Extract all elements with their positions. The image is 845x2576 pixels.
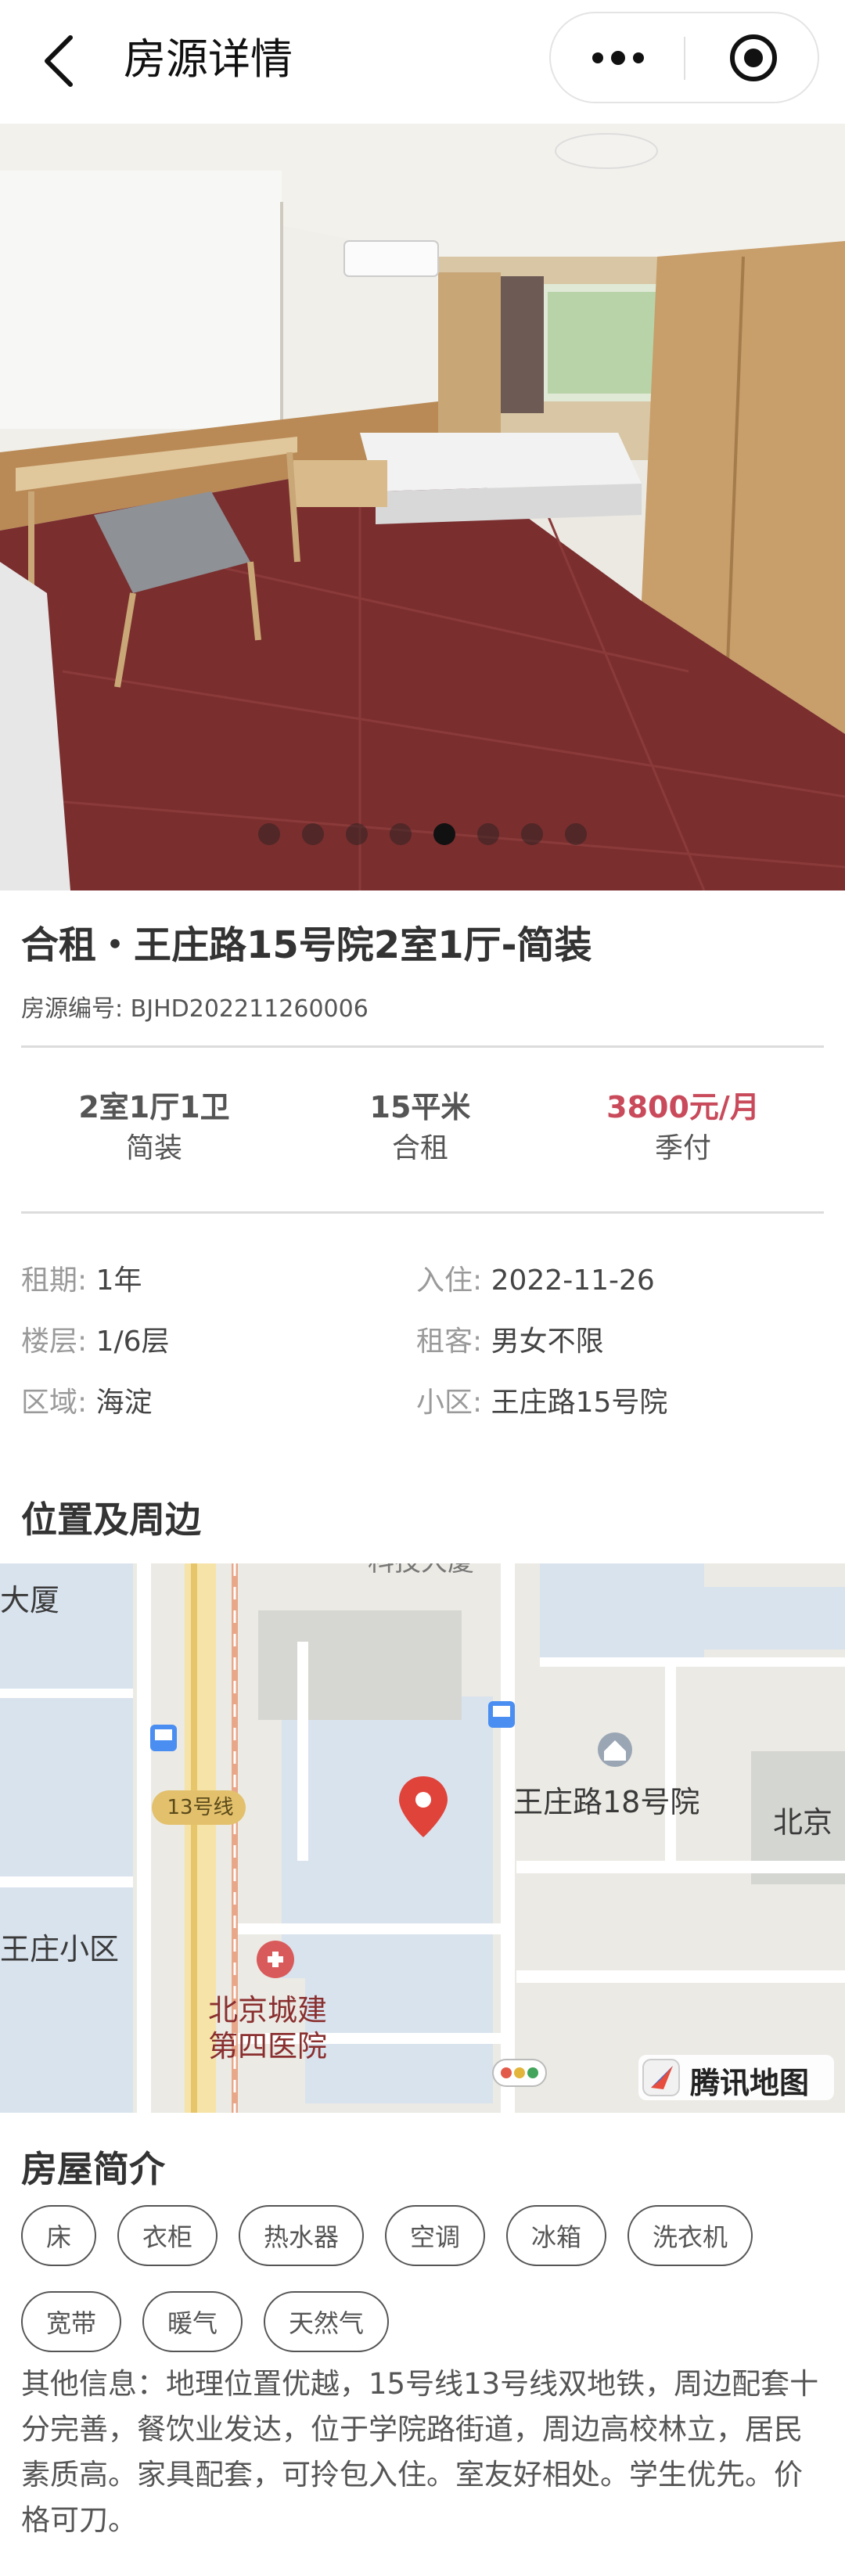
detail-value: 1/6层 (95, 1326, 170, 1358)
map-label-right: 北京 (773, 1805, 833, 1840)
tag-item: 床 (21, 2205, 96, 2266)
stat-layout: 2室1厅1卫 简装 (21, 1088, 287, 1171)
gallery-dot[interactable] (521, 823, 543, 845)
tag-item: 天然气 (264, 2291, 389, 2352)
stat-price-sub: 季付 (654, 1132, 711, 1164)
divider (21, 1211, 824, 1214)
tag-item: 暖气 (142, 2291, 243, 2352)
location-map[interactable]: 大厦 科技大厦 13号线 王庄路18号院 北京 王庄小区 北京城建 第四医院 腾… (0, 1563, 845, 2113)
detail-tenant: 租客: 男女不限 (416, 1322, 604, 1362)
gallery-dot[interactable] (390, 823, 412, 845)
map-label-building: 大厦 (0, 1583, 60, 1617)
detail-floor: 楼层: 1/6层 (21, 1322, 170, 1362)
back-arrow-icon[interactable] (39, 33, 83, 89)
detail-key: 小区: (416, 1387, 483, 1419)
stat-layout-value: 2室1厅1卫 (78, 1090, 230, 1124)
listing-code-label: 房源编号: (21, 995, 124, 1023)
gallery-dot-active[interactable] (433, 823, 455, 845)
detail-value: 海淀 (95, 1387, 153, 1419)
tag-item: 衣柜 (117, 2205, 218, 2266)
gallery-dot[interactable] (565, 823, 587, 845)
map-brand-label: 腾讯地图 (690, 2066, 810, 2100)
tag-item: 洗衣机 (627, 2205, 753, 2266)
map-canvas (0, 1563, 845, 2113)
location-section-title: 位置及周边 (21, 1498, 201, 1541)
stat-price: 3800元/月 季付 (550, 1088, 816, 1171)
tag-item: 宽带 (21, 2291, 121, 2352)
detail-key: 租期: (21, 1265, 88, 1297)
detail-value: 1年 (95, 1265, 142, 1297)
detail-key: 入住: (416, 1265, 483, 1297)
listing-description: 其他信息：地理位置优越，15号线13号线双地铁，周边配套十分完善，餐饮业发达，位… (21, 2367, 819, 2537)
tag-item: 空调 (385, 2205, 485, 2266)
gallery-dot[interactable] (258, 823, 280, 845)
tag-item: 热水器 (239, 2205, 364, 2266)
detail-value: 王庄路15号院 (491, 1387, 668, 1419)
map-label-hospital-line2: 第四医院 (208, 2029, 328, 2063)
page-title: 房源详情 (124, 34, 293, 84)
gallery-dot[interactable] (302, 823, 324, 845)
room-photo-illustration (0, 124, 845, 890)
stat-price-value: 3800元/月 (606, 1090, 760, 1124)
gallery-indicator[interactable] (0, 823, 845, 847)
stat-area: 15平米 合租 (287, 1088, 553, 1171)
close-miniprogram-icon[interactable] (728, 32, 779, 84)
map-label-top: 科技大厦 (368, 1563, 474, 1578)
detail-value: 2022-11-26 (491, 1265, 655, 1297)
capsule-divider (684, 37, 685, 80)
gallery-dot[interactable] (477, 823, 499, 845)
map-label-poi: 王庄路18号院 (513, 1785, 700, 1819)
detail-lease-term: 租期: 1年 (21, 1261, 142, 1301)
tag-item: 冰箱 (506, 2205, 606, 2266)
stat-layout-sub: 简装 (125, 1132, 182, 1164)
intro-section-title: 房屋简介 (21, 2148, 165, 2190)
nav-bar: 房源详情 (0, 0, 845, 124)
room-photo[interactable] (0, 124, 845, 890)
detail-value: 男女不限 (491, 1326, 604, 1358)
detail-district: 区域: 海淀 (21, 1383, 153, 1423)
stat-area-sub: 合租 (391, 1132, 448, 1164)
listing-code-value: BJHD202211260006 (130, 995, 369, 1023)
more-icon[interactable] (587, 38, 649, 77)
gallery-dot[interactable] (346, 823, 368, 845)
detail-community: 小区: 王庄路15号院 (416, 1383, 667, 1423)
listing-code: 房源编号: BJHD202211260006 (21, 989, 369, 1024)
map-label-metro-line: 13号线 (167, 1796, 234, 1819)
detail-key: 租客: (416, 1326, 483, 1358)
listing-title: 合租・王庄路15号院2室1厅-简装 (21, 923, 592, 967)
divider (21, 1045, 824, 1048)
detail-key: 区域: (21, 1387, 88, 1419)
detail-key: 楼层: (21, 1326, 88, 1358)
map-label-community: 王庄小区 (0, 1932, 120, 1966)
stat-area-value: 15平米 (369, 1090, 471, 1124)
detail-move-in: 入住: 2022-11-26 (416, 1261, 655, 1301)
miniprogram-capsule (549, 12, 819, 103)
